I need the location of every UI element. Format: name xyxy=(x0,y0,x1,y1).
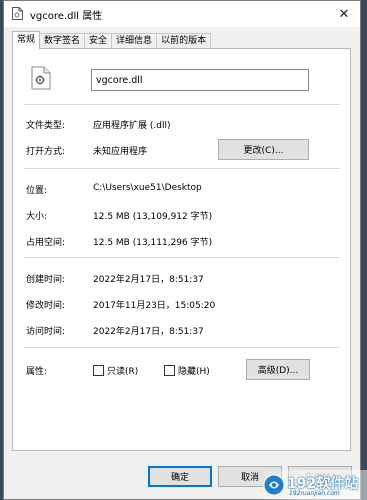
tab-previous-versions[interactable]: 以前的版本 xyxy=(156,33,212,49)
tab-general[interactable]: 常规 xyxy=(12,31,41,49)
apply-button[interactable]: 应用(A) xyxy=(288,466,352,487)
location-label: 位置: xyxy=(26,186,48,196)
created-value: 2022年2月17日，8:51:37 xyxy=(93,275,204,285)
close-icon: ✕ xyxy=(338,6,350,22)
change-button[interactable]: 更改(C)... xyxy=(218,139,309,160)
readonly-checkbox[interactable]: 只读(R) xyxy=(93,364,138,377)
hidden-label: 隐藏(H) xyxy=(178,367,210,377)
modified-value: 2017年11月23日，15:05:20 xyxy=(93,301,216,311)
tab-security[interactable]: 安全 xyxy=(84,33,113,49)
accessed-label: 访问时间: xyxy=(26,327,66,337)
size-on-disk-label: 占用空间: xyxy=(26,238,66,248)
divider xyxy=(24,257,340,258)
accessed-value: 2022年2月17日，8:51:37 xyxy=(93,327,204,337)
general-panel: 文件类型: 应用程序扩展 (.dll) 打开方式: 未知应用程序 更改(C)..… xyxy=(12,48,351,451)
file-name-field[interactable] xyxy=(91,69,309,91)
tab-details[interactable]: 详细信息 xyxy=(111,33,158,49)
readonly-checkbox-box[interactable] xyxy=(93,365,104,376)
size-label: 大小: xyxy=(26,212,48,222)
close-button[interactable]: ✕ xyxy=(334,4,354,24)
created-label: 创建时间: xyxy=(26,275,66,285)
properties-dialog: vgcore.dll 属性 ✕ 常规 数字签名 安全 详细信息 以前的版本 文件… xyxy=(3,0,361,500)
opens-with-value: 未知应用程序 xyxy=(93,147,148,157)
window-title: vgcore.dll 属性 xyxy=(30,11,103,22)
dll-file-gear-icon xyxy=(31,66,51,90)
tab-strip: 常规 数字签名 安全 详细信息 以前的版本 xyxy=(12,31,212,49)
opens-with-label: 打开方式: xyxy=(26,147,66,157)
attributes-label: 属性: xyxy=(26,367,48,377)
size-value: 12.5 MB (13,109,912 字节) xyxy=(93,212,213,222)
title-bar[interactable]: vgcore.dll 属性 ✕ xyxy=(4,1,360,27)
advanced-button[interactable]: 高级(D)... xyxy=(246,359,310,380)
hidden-checkbox-box[interactable] xyxy=(164,365,175,376)
modified-label: 修改时间: xyxy=(26,301,66,311)
size-on-disk-value: 12.5 MB (13,111,296 字节) xyxy=(93,238,213,248)
hidden-checkbox[interactable]: 隐藏(H) xyxy=(164,364,210,377)
divider xyxy=(24,168,340,169)
location-value: C:\Users\xue51\Desktop xyxy=(93,183,202,193)
file-type-value: 应用程序扩展 (.dll) xyxy=(93,121,171,131)
file-type-label: 文件类型: xyxy=(26,121,66,131)
cancel-button[interactable]: 取消 xyxy=(218,466,282,487)
divider xyxy=(24,347,340,348)
tab-digital-signatures[interactable]: 数字签名 xyxy=(39,33,86,49)
ok-button[interactable]: 确定 xyxy=(148,466,212,487)
divider xyxy=(24,104,340,105)
readonly-label: 只读(R) xyxy=(107,367,139,377)
dll-file-icon xyxy=(12,7,23,20)
